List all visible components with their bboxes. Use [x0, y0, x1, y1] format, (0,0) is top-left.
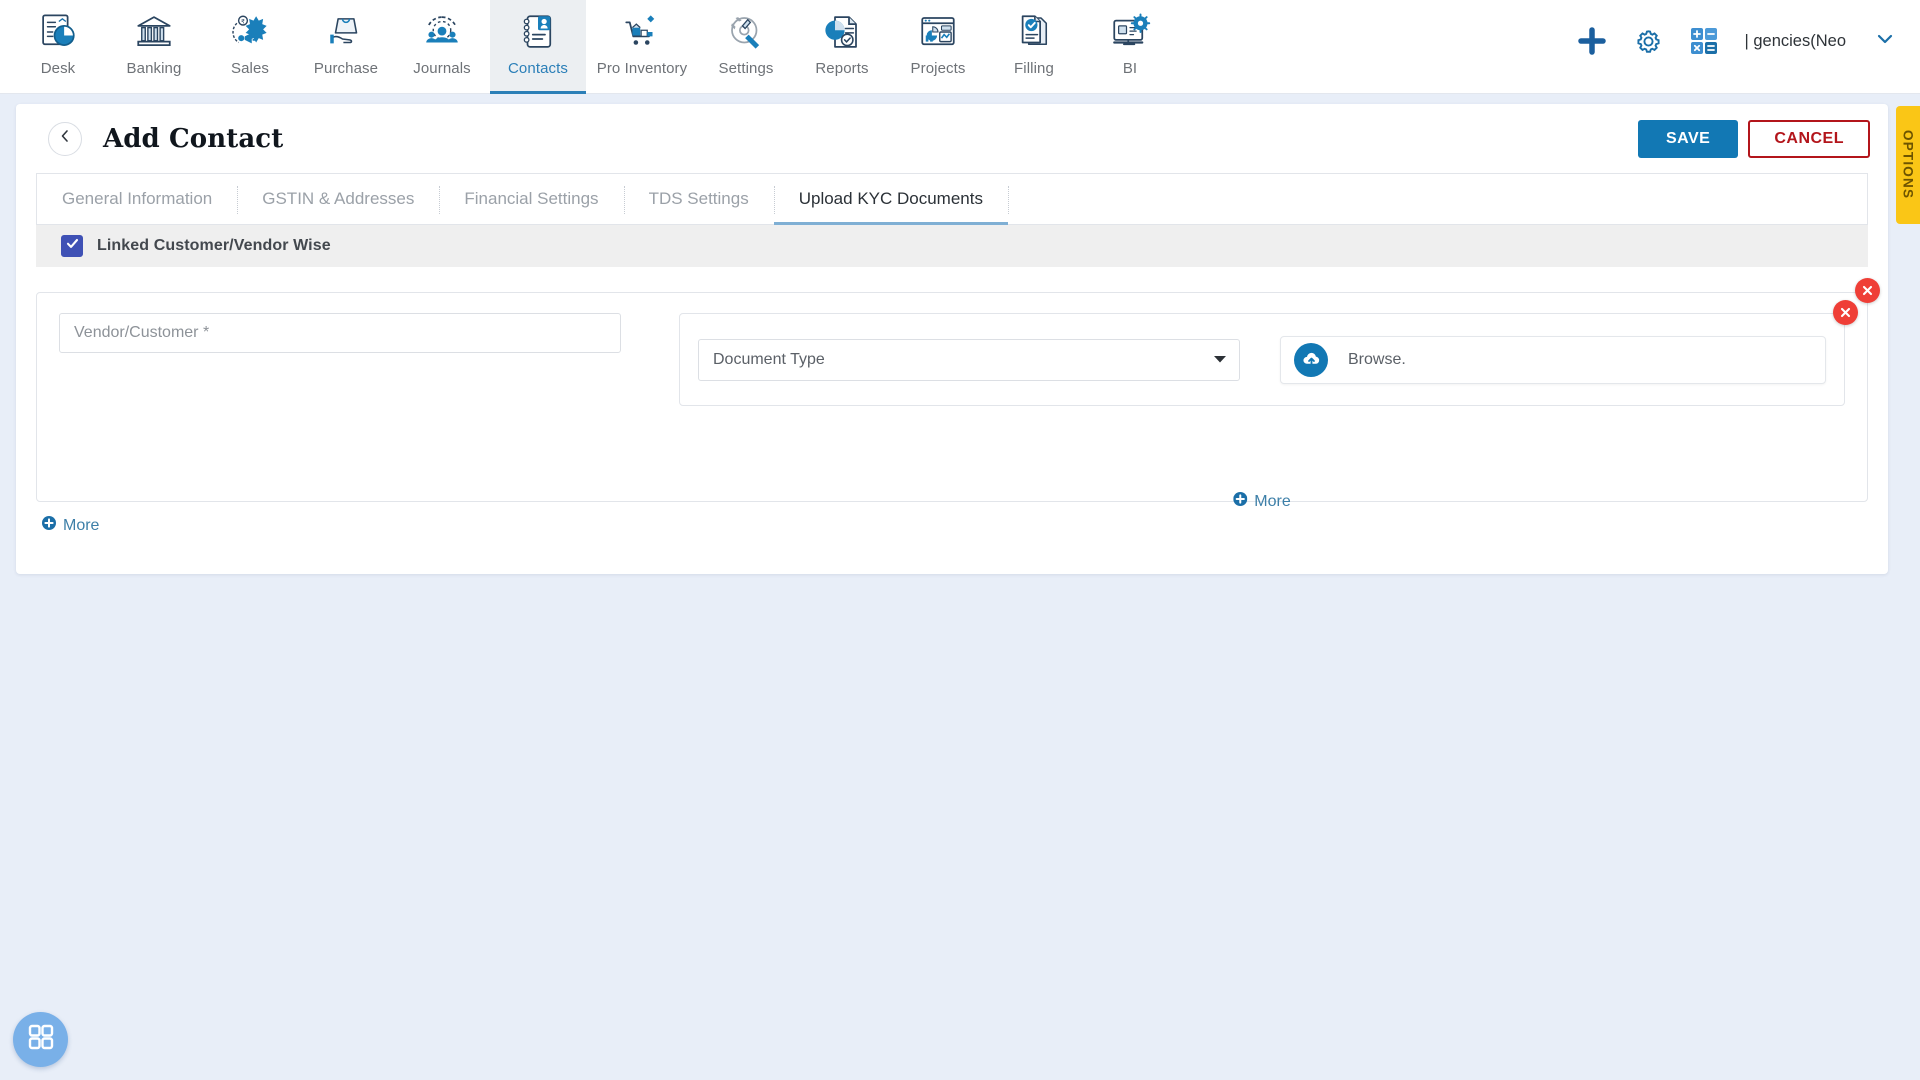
- nav-item-settings[interactable]: Settings: [698, 0, 794, 94]
- add-contact-card: Add Contact SAVE CANCEL General Informat…: [16, 104, 1888, 574]
- add-more-kyc-group-label: More: [63, 516, 100, 534]
- bi-monitor-gear-icon: [1107, 9, 1153, 55]
- purchase-bag-icon: [323, 9, 369, 55]
- add-more-document-label: More: [1254, 492, 1291, 510]
- checkmark-icon: [65, 236, 80, 256]
- tab-label: TDS Settings: [648, 189, 749, 208]
- tab-label: GSTIN & Addresses: [262, 189, 415, 208]
- sales-megaphone-icon: ₹: [227, 9, 273, 55]
- browse-file-button[interactable]: Browse.: [1280, 335, 1826, 384]
- nav-item-bi[interactable]: BI: [1082, 0, 1178, 94]
- tab-divider: [1007, 174, 1009, 224]
- remove-document-row-button[interactable]: [1833, 300, 1858, 325]
- plus-circle-icon: [42, 516, 56, 535]
- inventory-cart-icon: [619, 9, 665, 55]
- close-x-icon: [1861, 284, 1874, 297]
- save-button[interactable]: SAVE: [1637, 119, 1739, 158]
- plus-circle-icon: [1233, 492, 1248, 511]
- plus-icon[interactable]: [1577, 26, 1607, 56]
- back-button[interactable]: [48, 121, 82, 156]
- chevron-left-icon: [57, 128, 73, 149]
- tab-label: Upload KYC Documents: [798, 189, 983, 208]
- page-title: Add Contact: [103, 123, 284, 154]
- header-actions: SAVE CANCEL: [1637, 119, 1870, 158]
- apps-grid-icon: [27, 1023, 55, 1056]
- nav-label: Reports: [815, 60, 869, 77]
- topbar-right-actions: gencies(Neo |: [1577, 0, 1920, 82]
- kyc-entry-group: Document Type Browse.: [36, 278, 1880, 510]
- top-navigation-bar: Desk Banking ₹ Sales Purchase Journals C…: [0, 0, 1920, 94]
- nav-item-pro-inventory[interactable]: Pro Inventory: [586, 0, 698, 94]
- tab-financial-settings[interactable]: Financial Settings: [439, 174, 623, 224]
- nav-label: Journals: [413, 60, 471, 77]
- nav-label: Pro Inventory: [596, 60, 688, 77]
- vendor-customer-input[interactable]: [59, 313, 621, 353]
- apps-launcher-button[interactable]: [13, 1012, 68, 1067]
- svg-text:₹: ₹: [241, 18, 245, 25]
- nav-item-sales[interactable]: ₹ Sales: [202, 0, 298, 94]
- linked-customer-vendor-label: Linked Customer/Vendor Wise: [97, 237, 331, 254]
- nav-item-purchase[interactable]: Purchase: [298, 0, 394, 94]
- linked-customer-vendor-checkbox[interactable]: [61, 235, 83, 257]
- tab-label: General Information: [62, 189, 213, 208]
- calculator-icon[interactable]: [1690, 27, 1718, 55]
- nav-item-desk[interactable]: Desk: [10, 0, 106, 94]
- document-row: Document Type Browse.: [679, 300, 1858, 406]
- cloud-upload-icon: [1294, 342, 1328, 377]
- cancel-button[interactable]: CANCEL: [1748, 119, 1870, 158]
- projects-window-icon: [915, 9, 961, 55]
- bank-icon: [131, 9, 177, 55]
- options-side-tab[interactable]: OPTIONS: [1896, 106, 1920, 224]
- nav-item-banking[interactable]: Banking: [106, 0, 202, 94]
- tab-gstin-addresses[interactable]: GSTIN & Addresses: [237, 174, 439, 224]
- tab-tds-settings[interactable]: TDS Settings: [623, 174, 774, 224]
- document-type-field: Document Type: [698, 338, 1240, 381]
- nav-item-reports[interactable]: Reports: [794, 0, 890, 94]
- options-side-tab-label: OPTIONS: [1900, 130, 1916, 200]
- nav-label: BI: [1122, 60, 1138, 77]
- nav-label: Settings: [718, 60, 774, 77]
- nav-label: Banking: [126, 60, 182, 77]
- tab-general-information[interactable]: General Information: [37, 174, 237, 224]
- vendor-customer-column: [59, 313, 679, 481]
- linked-customer-vendor-row: Linked Customer/Vendor Wise: [36, 225, 1868, 267]
- nav-label: Purchase: [313, 60, 379, 77]
- reports-piechart-icon: [819, 9, 865, 55]
- contacts-book-icon: [515, 9, 561, 55]
- page-header: Add Contact SAVE CANCEL: [16, 104, 1888, 173]
- nav-label: Sales: [230, 60, 270, 77]
- nav-item-journals[interactable]: Journals: [394, 0, 490, 94]
- kyc-documents-panel: Linked Customer/Vendor Wise Vendor/Custo…: [16, 225, 1888, 535]
- top-nav-items: Desk Banking ₹ Sales Purchase Journals C…: [0, 0, 1178, 94]
- nav-label: Desk: [40, 60, 76, 77]
- tab-label: Financial Settings: [464, 189, 599, 208]
- add-more-kyc-group-link[interactable]: More: [42, 516, 99, 535]
- nav-label: Projects: [910, 60, 966, 77]
- filling-docs-icon: [1011, 9, 1057, 55]
- settings-tools-icon: [723, 9, 769, 55]
- browse-label: Browse.: [1348, 350, 1406, 368]
- journals-gear-people-icon: [419, 9, 465, 55]
- nav-item-filling[interactable]: Filling: [986, 0, 1082, 94]
- nav-label: Contacts: [508, 60, 568, 77]
- company-selector-label[interactable]: gencies(Neo |: [1744, 32, 1846, 51]
- tab-upload-kyc-documents[interactable]: Upload KYC Documents: [773, 174, 1009, 225]
- remove-kyc-entry-group-button[interactable]: [1855, 278, 1880, 303]
- chevron-down-icon[interactable]: [1872, 28, 1896, 55]
- gear-icon[interactable]: [1633, 26, 1664, 57]
- contact-form-tabs: General Information GSTIN & Addresses Fi…: [36, 173, 1868, 225]
- document-rows-column: Document Type Browse. More: [679, 300, 1858, 510]
- nav-item-contacts[interactable]: Contacts: [490, 0, 586, 94]
- add-more-document-link[interactable]: More: [1233, 492, 1291, 511]
- document-type-select[interactable]: Document Type: [698, 338, 1240, 381]
- desk-dashboard-icon: [35, 9, 81, 55]
- close-x-icon: [1839, 306, 1852, 319]
- nav-label: Filling: [1014, 60, 1054, 77]
- nav-item-projects[interactable]: Projects: [890, 0, 986, 94]
